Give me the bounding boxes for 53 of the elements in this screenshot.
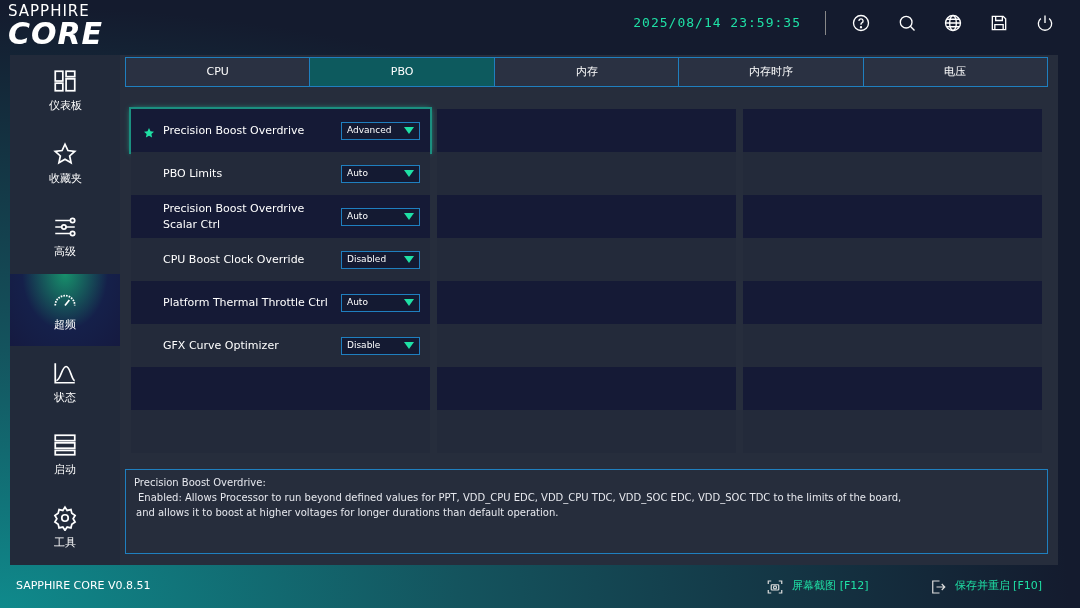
- date-time: 2025/08/14 23:59:35: [633, 14, 801, 33]
- version-text: SAPPHIRE CORE V0.8.51: [16, 578, 151, 595]
- caret-icon: [404, 342, 414, 349]
- search-icon: [897, 13, 917, 33]
- setting-label: GFX Curve Optimizer: [163, 337, 280, 354]
- setting-label: Precision Boost Overdrive Scalar Ctrl: [163, 201, 306, 232]
- sidebar-item[interactable]: 状态: [10, 346, 120, 420]
- caret-icon: [404, 256, 414, 263]
- sidebar-item[interactable]: 工具: [10, 492, 120, 565]
- setting-row[interactable]: Platform Thermal Throttle Ctrl Auto: [131, 281, 430, 324]
- brand-name: SAPPHIRE: [8, 4, 91, 19]
- caret-icon: [404, 213, 414, 220]
- setting-label: Precision Boost Overdrive: [163, 122, 306, 139]
- power-icon: [1035, 13, 1055, 33]
- description-text: Enabled: Allows Processor to run beyond defined values for PPT, VDD_CPU EDC, VDD_CPU TDC, VDD_SOC EDC, VDD_SOC TDC to the limits of the board,: [137, 491, 903, 505]
- tab[interactable]: PBO: [310, 58, 495, 86]
- footer-action[interactable]: 屏幕截图 [F12]: [760, 576, 875, 597]
- caret-icon: [404, 299, 414, 306]
- product-name: CORE: [8, 19, 104, 49]
- caret-icon: [404, 127, 414, 134]
- tab[interactable]: 电压: [863, 58, 1048, 86]
- sidebar-item[interactable]: 高级: [10, 200, 120, 274]
- dropdown[interactable]: Auto: [341, 293, 420, 312]
- dropdown[interactable]: Disable: [341, 336, 420, 355]
- star-icon: [143, 126, 155, 139]
- sidebar-item[interactable]: 仪表板: [10, 55, 120, 128]
- setting-row[interactable]: Precision Boost Overdrive Scalar Ctrl Auto: [131, 195, 430, 238]
- camera-icon: [766, 577, 785, 596]
- tab[interactable]: 内存时序: [679, 58, 864, 86]
- setting-row[interactable]: Precision Boost Overdrive Advanced: [131, 109, 430, 152]
- setting-label: CPU Boost Clock Override: [163, 251, 306, 268]
- language-button[interactable]: [942, 12, 964, 34]
- sidebar-item[interactable]: 收藏夹: [10, 127, 120, 201]
- dropdown[interactable]: Advanced: [341, 121, 420, 140]
- help-icon: [851, 13, 871, 33]
- dashboard-icon: [52, 68, 78, 95]
- help-button[interactable]: [850, 12, 872, 34]
- description-title: Precision Boost Overdrive:: [134, 476, 267, 490]
- server-icon: [52, 432, 78, 459]
- tab[interactable]: CPU: [126, 58, 311, 86]
- setting-label: PBO Limits: [163, 165, 224, 182]
- dropdown[interactable]: Disabled: [341, 250, 420, 269]
- footer-action[interactable]: 保存并重启 [F10]: [922, 576, 1048, 597]
- gear-icon: [52, 505, 78, 532]
- description-text: and allows it to boost at higher voltages for longer durations than default operation.: [135, 506, 560, 520]
- caret-icon: [404, 170, 414, 177]
- sidebar-item[interactable]: 超频: [10, 273, 120, 347]
- tab[interactable]: 内存: [494, 58, 680, 86]
- sidebar-item[interactable]: 启动: [10, 419, 120, 493]
- globe-icon: [943, 13, 963, 33]
- dropdown[interactable]: Auto: [341, 164, 420, 183]
- setting-label: Platform Thermal Throttle Ctrl: [163, 294, 329, 311]
- dropdown[interactable]: Auto: [341, 207, 420, 226]
